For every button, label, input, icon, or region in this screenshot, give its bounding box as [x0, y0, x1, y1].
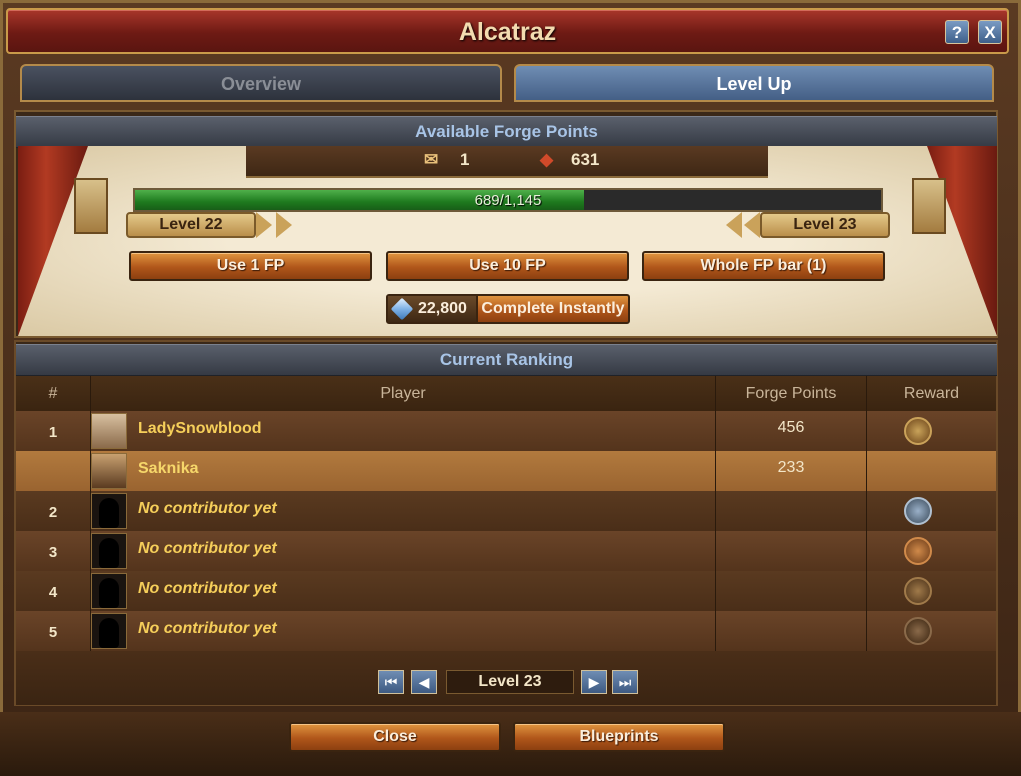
chest-icon[interactable] — [904, 537, 932, 565]
tab-level-up[interactable]: Level Up — [514, 64, 994, 102]
player-name[interactable]: LadySnowblood — [138, 409, 262, 449]
use-10-fp-button[interactable]: Use 10 FP — [386, 251, 629, 281]
table-row[interactable]: 5 No contributor yet — [16, 611, 996, 652]
blueprint-count: 1 — [460, 150, 470, 169]
next-level-label: Level 23 — [760, 212, 890, 238]
tab-overview[interactable]: Overview — [20, 64, 502, 102]
chest-icon[interactable] — [904, 497, 932, 525]
last-page-icon[interactable]: ⏭ — [612, 670, 638, 694]
table-row[interactable]: 1 LadySnowblood 456 — [16, 411, 996, 452]
forge-points-value — [716, 491, 866, 531]
instant-label: Complete Instantly — [481, 300, 625, 317]
arrow-left-icon — [726, 212, 742, 238]
instant-cost: 22,800 — [418, 300, 467, 317]
rank-number: 3 — [48, 544, 58, 561]
player-name: No contributor yet — [138, 580, 277, 597]
column-reward: Reward — [903, 385, 960, 402]
rank-number — [16, 451, 90, 491]
pager-level-label: Level 23 — [446, 670, 574, 694]
chest-icon[interactable] — [904, 577, 932, 605]
level-progress-bar: 689/1,145 — [133, 188, 883, 212]
use-1-fp-button[interactable]: Use 1 FP — [129, 251, 372, 281]
first-page-icon[interactable]: ⏮ — [378, 670, 404, 694]
silhouette-icon — [99, 498, 119, 528]
forge-counters-bar — [246, 146, 768, 178]
forge-points-heading: Available Forge Points — [16, 116, 997, 148]
avatar — [91, 533, 127, 569]
table-row[interactable]: 4 No contributor yet — [16, 571, 996, 612]
avatar — [91, 413, 127, 449]
rank-number: 5 — [48, 624, 58, 641]
title-bar: Alcatraz ? X — [6, 8, 1009, 54]
chest-icon[interactable] — [904, 617, 932, 645]
avatar — [91, 453, 127, 489]
window-title: Alcatraz — [458, 18, 557, 46]
blueprint-icon: ✉ — [424, 150, 439, 169]
player-name: No contributor yet — [138, 500, 277, 517]
rank-number: 1 — [48, 424, 58, 441]
footer-bar — [0, 712, 1021, 776]
table-row[interactable]: 2 No contributor yet — [16, 491, 996, 532]
column-forge-points: Forge Points — [716, 376, 867, 411]
forge-points-value — [716, 571, 866, 611]
help-button[interactable]: ? — [945, 20, 969, 44]
rank-number: 4 — [48, 584, 58, 601]
close-window-button[interactable]: X — [978, 20, 1002, 44]
forge-points-count: 631 — [571, 150, 600, 169]
ranking-heading: Current Ranking — [16, 344, 997, 376]
prev-page-icon[interactable]: ◀ — [411, 670, 437, 694]
castle-tower-left-icon — [74, 178, 108, 234]
forge-points-value: 456 — [777, 419, 805, 436]
player-name: No contributor yet — [138, 540, 277, 557]
player-name: No contributor yet — [138, 620, 277, 637]
avatar — [91, 613, 127, 649]
avatar — [91, 493, 127, 529]
forge-point-icon: ◆ — [540, 150, 554, 169]
next-page-icon[interactable]: ▶ — [581, 670, 607, 694]
table-row[interactable]: Saknika 233 — [16, 451, 996, 492]
forge-points-value — [716, 611, 866, 651]
whole-fp-bar-button[interactable]: Whole FP bar (1) — [642, 251, 885, 281]
current-level-label: Level 22 — [126, 212, 256, 238]
blueprints-button[interactable]: Blueprints — [513, 722, 725, 752]
complete-instantly-button[interactable]: 22,800 Complete Instantly — [386, 294, 630, 324]
silhouette-icon — [99, 578, 119, 608]
column-rank: # — [16, 376, 91, 411]
silhouette-icon — [99, 538, 119, 568]
forge-points-value — [716, 531, 866, 571]
progress-text: 689/1,145 — [474, 192, 542, 209]
diamond-icon — [390, 297, 414, 321]
column-player: Player — [91, 376, 716, 411]
arrow-left-icon — [744, 212, 760, 238]
castle-tower-right-icon — [912, 178, 946, 234]
silhouette-icon — [99, 618, 119, 648]
ranking-table-header: # Player Forge Points Reward — [16, 376, 996, 411]
rank-number: 2 — [48, 504, 58, 521]
arrow-right-icon — [276, 212, 292, 238]
avatar — [91, 573, 127, 609]
arrow-right-icon — [256, 212, 272, 238]
table-row[interactable]: 3 No contributor yet — [16, 531, 996, 572]
player-name[interactable]: Saknika — [138, 449, 198, 489]
close-button[interactable]: Close — [289, 722, 501, 752]
instant-cost-box: 22,800 — [388, 296, 478, 322]
forge-points-value: 233 — [777, 459, 805, 476]
chest-icon[interactable] — [904, 417, 932, 445]
